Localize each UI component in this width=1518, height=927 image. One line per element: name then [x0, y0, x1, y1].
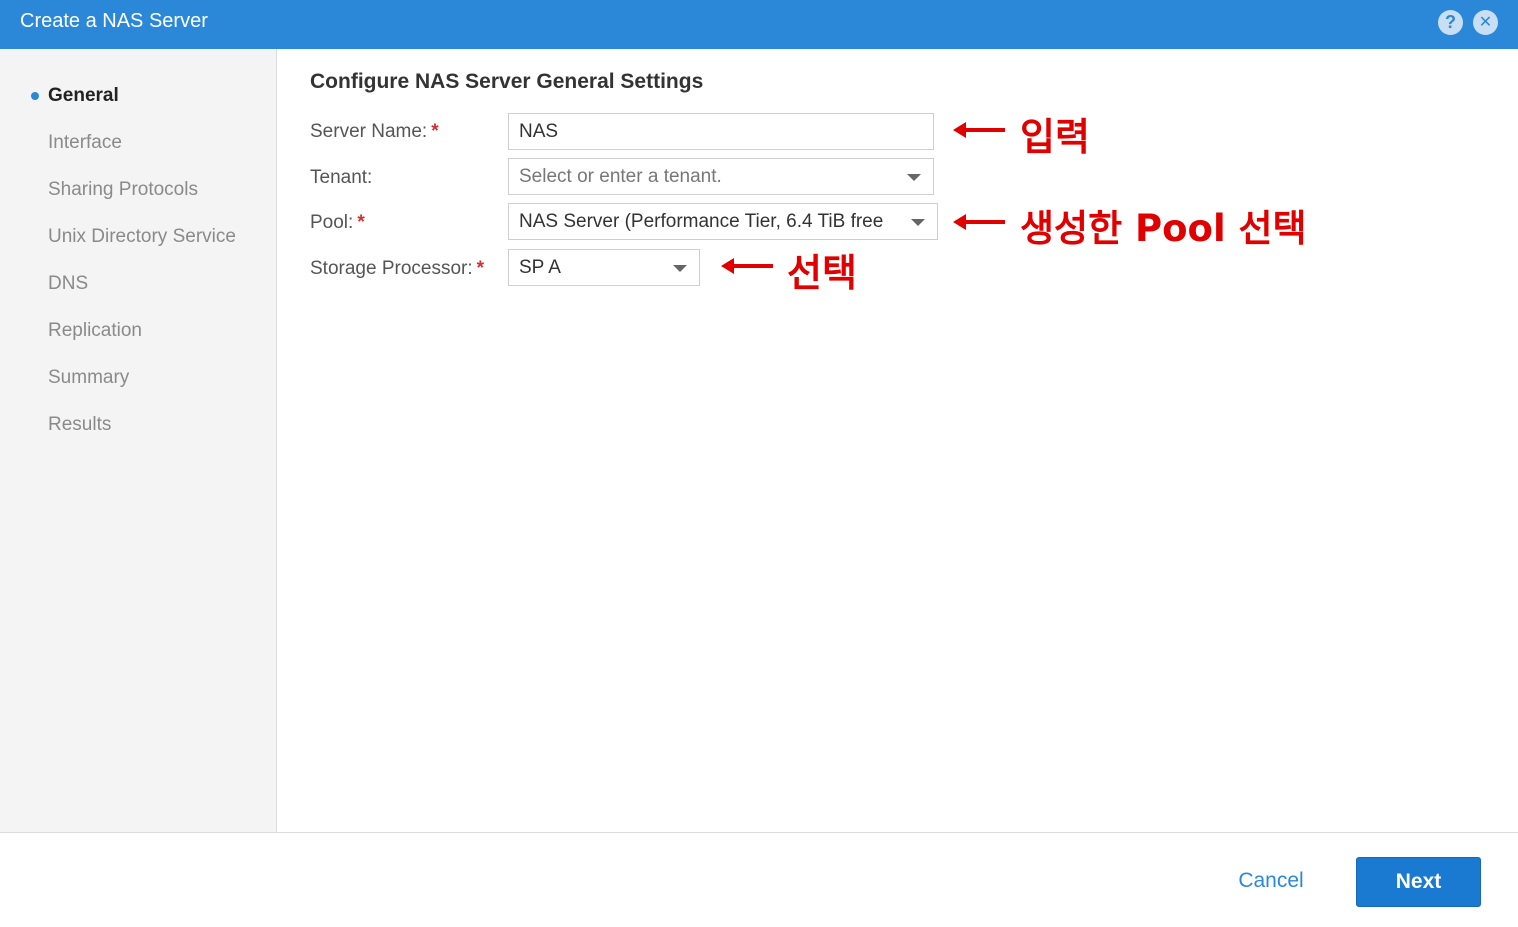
next-button[interactable]: Next	[1356, 857, 1481, 907]
annotation-arrow-server-name	[953, 122, 1005, 138]
annotation-arrow-storage-processor	[721, 258, 773, 274]
step-dns: DNS	[48, 273, 89, 294]
annotation-storage-processor: 선택	[787, 251, 857, 295]
pool-label: Pool: *	[310, 212, 365, 233]
cancel-button[interactable]: Cancel	[1226, 864, 1316, 898]
tenant-label: Tenant:	[310, 167, 373, 188]
storage-processor-select[interactable]: SP A	[508, 249, 700, 286]
server-name-input[interactable]: NAS	[508, 113, 934, 150]
annotation-arrow-pool	[953, 214, 1005, 230]
dialog-titlebar: Create a NAS Server ? ✕	[0, 0, 1518, 49]
step-interface: Interface	[48, 132, 122, 153]
step-results: Results	[48, 414, 112, 435]
chevron-down-icon	[911, 219, 925, 226]
annotation-pool: 생성한 Pool 선택	[1020, 207, 1307, 250]
step-replication: Replication	[48, 320, 142, 341]
dialog-title: Create a NAS Server	[20, 10, 208, 32]
step-sharing-protocols: Sharing Protocols	[48, 179, 198, 200]
required-marker: *	[431, 121, 439, 142]
step-unix-directory-service: Unix Directory Service	[48, 226, 236, 247]
tenant-select[interactable]: Select or enter a tenant.	[508, 158, 934, 195]
chevron-down-icon	[673, 265, 687, 272]
chevron-down-icon	[907, 174, 921, 181]
step-summary: Summary	[48, 367, 130, 388]
close-icon[interactable]: ✕	[1473, 10, 1498, 35]
section-title: Configure NAS Server General Settings	[310, 70, 704, 93]
storage-processor-label: Storage Processor: *	[310, 258, 485, 279]
server-name-label: Server Name: *	[310, 121, 439, 142]
help-icon[interactable]: ?	[1438, 10, 1463, 35]
step-general[interactable]: General	[48, 85, 119, 107]
wizard-steps-sidebar	[0, 49, 277, 832]
annotation-server-name: 입력	[1020, 115, 1090, 159]
pool-select[interactable]: NAS Server (Performance Tier, 6.4 TiB fr…	[508, 203, 938, 240]
active-step-indicator	[31, 92, 39, 100]
required-marker: *	[357, 212, 365, 233]
required-marker: *	[476, 258, 485, 279]
